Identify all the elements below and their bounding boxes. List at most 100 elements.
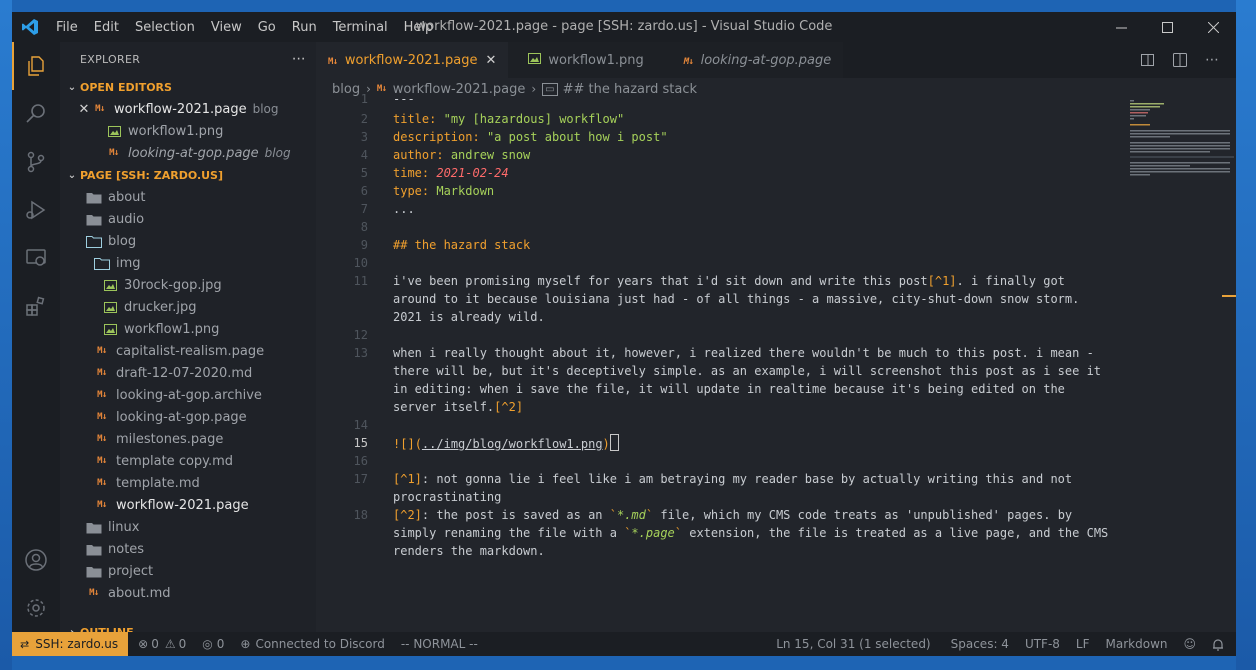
code-line: when i really thought about it, however,… (393, 344, 1113, 416)
open-preview-icon[interactable] (1132, 52, 1164, 68)
open-editors-header[interactable]: ⌄ OPEN EDITORS (60, 76, 316, 98)
line-number: 9 (360, 238, 368, 252)
close-editor-icon[interactable]: ✕ (78, 101, 90, 117)
vscode-logo-icon (12, 12, 48, 42)
settings-gear-icon[interactable] (12, 584, 60, 632)
explorer-icon[interactable] (12, 42, 60, 90)
tree-item[interactable]: audio (60, 208, 316, 230)
tree-item[interactable]: M↓ looking-at-gop.archive (60, 384, 316, 406)
more-actions-icon[interactable]: ⋯ (292, 51, 306, 67)
remote-label: SSH: zardo.us (35, 637, 119, 651)
desktop-background (0, 0, 12, 670)
tree-item[interactable]: img (60, 252, 316, 274)
markdown-icon: M↓ (683, 56, 694, 67)
run-debug-icon[interactable] (12, 186, 60, 234)
tree-item[interactable]: M↓ milestones.page (60, 428, 316, 450)
tree-item[interactable]: notes (60, 538, 316, 560)
open-editor-name: workflow1.png (128, 123, 224, 139)
tab-label: workflow1.png (548, 52, 644, 68)
remote-indicator[interactable]: ⇄ SSH: zardo.us (12, 632, 129, 656)
code-editor[interactable]: 1 2 3 4 5 6 7 8 9 10 11 12 13 14 15 16 1… (316, 92, 1216, 630)
code-line-current: ![](../img/blog/workflow1.png) (393, 434, 1113, 453)
close-window-button[interactable] (1190, 12, 1236, 42)
menu-terminal[interactable]: Terminal (325, 20, 396, 35)
tree-item[interactable]: project (60, 560, 316, 582)
footnote-label: [^1] (393, 472, 422, 486)
account-icon[interactable] (12, 536, 60, 584)
more-actions-icon[interactable]: ⋯ (1196, 52, 1228, 68)
error-icon: ⊗ (138, 637, 149, 651)
tree-item[interactable]: M↓ workflow-2021.page (60, 494, 316, 516)
tree-item[interactable]: about (60, 186, 316, 208)
code-line: type: Markdown (393, 182, 1113, 200)
image-icon (102, 321, 118, 337)
ports-indicator[interactable]: ◎ 0 (194, 637, 232, 651)
tree-item[interactable]: 30rock-gop.jpg (60, 274, 316, 296)
tab-looking-at-gop-page[interactable]: M↓ looking-at-gop.page (671, 42, 844, 78)
tree-item[interactable]: workflow1.png (60, 318, 316, 340)
encoding[interactable]: UTF-8 (1017, 637, 1068, 651)
close-tab-icon[interactable]: ✕ (485, 53, 496, 68)
menu-edit[interactable]: Edit (86, 20, 127, 35)
menu-help[interactable]: Help (396, 20, 442, 35)
line-number: 2 (360, 112, 368, 126)
title-bar: File Edit Selection View Go Run Terminal… (12, 12, 1236, 42)
folder-open-icon (86, 233, 102, 249)
yaml-key: type: (393, 184, 430, 198)
open-editor-item[interactable]: workflow1.png (60, 120, 316, 142)
source-control-icon[interactable] (12, 138, 60, 186)
line-number: 13 (353, 346, 368, 360)
tree-item[interactable]: M↓ draft-12-07-2020.md (60, 362, 316, 384)
chevron-down-icon: ⌄ (67, 81, 77, 93)
discord-status[interactable]: ⊕ Connected to Discord (232, 637, 392, 651)
code-line: title: "my [hazardous] workflow" (393, 110, 1113, 128)
extensions-icon[interactable] (12, 282, 60, 330)
minimize-button[interactable] (1098, 12, 1144, 42)
tree-item[interactable]: M↓ template copy.md (60, 450, 316, 472)
menu-run[interactable]: Run (284, 20, 325, 35)
tree-item[interactable]: M↓ about.md (60, 582, 316, 604)
line-number: 18 (353, 508, 368, 522)
code-text: : not gonna lie i feel like i am betrayi… (393, 472, 1080, 504)
search-icon[interactable] (12, 90, 60, 138)
tree-item[interactable]: M↓ template.md (60, 472, 316, 494)
menu-file[interactable]: File (48, 20, 86, 35)
open-editor-item[interactable]: ✕ M↓ workflow-2021.page blog (60, 98, 316, 120)
open-editor-item[interactable]: M↓ looking-at-gop.page blog (60, 142, 316, 164)
tab-workflow-2021-page[interactable]: M↓ workflow-2021.page ✕ (316, 42, 509, 78)
tree-item[interactable]: M↓ capitalist-realism.page (60, 340, 316, 362)
tree-item-label: workflow-2021.page (116, 497, 249, 513)
tree-item[interactable]: blog (60, 230, 316, 252)
indentation[interactable]: Spaces: 4 (939, 637, 1017, 651)
open-editors-label: OPEN EDITORS (80, 80, 172, 94)
markdown-icon: M↓ (97, 346, 107, 356)
problems-indicator[interactable]: ⊗ 0 ⚠ 0 (128, 637, 194, 651)
remote-explorer-icon[interactable] (12, 234, 60, 282)
folder-header[interactable]: ⌄ PAGE [SSH: ZARDO.US] (60, 164, 316, 186)
maximize-button[interactable] (1144, 12, 1190, 42)
feedback-icon[interactable]: ☺ (1175, 637, 1204, 651)
ports-count: 0 (216, 637, 225, 651)
menu-view[interactable]: View (203, 20, 250, 35)
paren: ( (414, 437, 422, 451)
image-icon (106, 123, 122, 139)
end-of-line[interactable]: LF (1068, 637, 1098, 651)
line-number: 6 (360, 184, 368, 198)
split-editor-icon[interactable] (1164, 52, 1196, 68)
code-line: time: 2021-02-24 (393, 164, 1113, 182)
yaml-value: 2021-02-24 (436, 166, 509, 180)
notifications-bell-icon[interactable] (1204, 638, 1236, 651)
minimap[interactable] (1130, 100, 1234, 190)
menu-selection[interactable]: Selection (127, 20, 203, 35)
tree-item-label: linux (108, 519, 140, 535)
tree-item[interactable]: M↓ looking-at-gop.page (60, 406, 316, 428)
tree-item[interactable]: linux (60, 516, 316, 538)
cursor-position[interactable]: Ln 15, Col 31 (1 selected) (768, 637, 938, 651)
open-editor-desc: blog (264, 146, 291, 160)
language-mode[interactable]: Markdown (1098, 637, 1176, 651)
tree-item[interactable]: drucker.jpg (60, 296, 316, 318)
menu-go[interactable]: Go (250, 20, 284, 35)
open-editor-name: workflow-2021.page (114, 101, 247, 117)
tab-workflow1-png[interactable]: workflow1.png (508, 42, 672, 78)
line-number: 14 (353, 418, 368, 432)
